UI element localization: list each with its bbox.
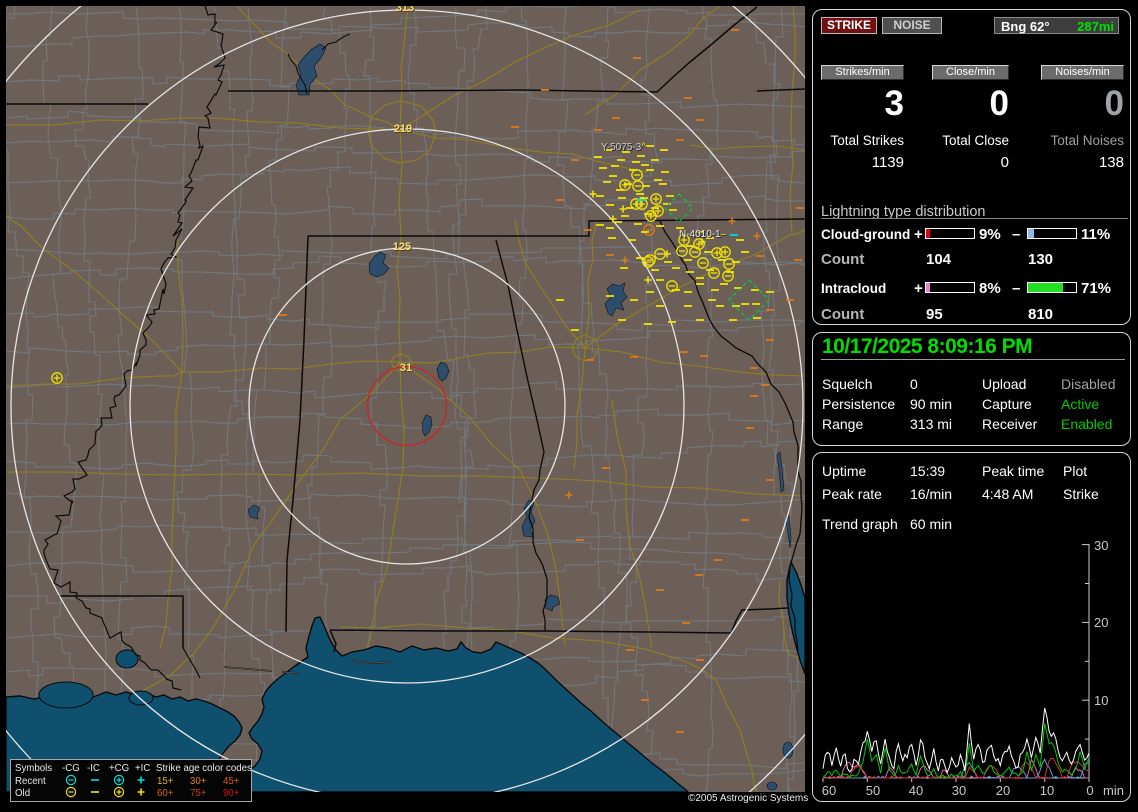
svg-text:-IC: -IC — [87, 763, 100, 774]
svg-text:+IC: +IC — [135, 763, 150, 774]
svg-text:-CG: -CG — [62, 763, 80, 774]
svg-text:30+: 30+ — [190, 776, 207, 787]
svg-text:40: 40 — [909, 783, 923, 798]
svg-text:15+: 15+ — [157, 776, 174, 787]
svg-text:45+: 45+ — [223, 776, 240, 787]
svg-text:min: min — [1103, 783, 1124, 798]
svg-text:60+: 60+ — [157, 788, 174, 799]
svg-text:125: 125 — [393, 241, 411, 253]
svg-text:0: 0 — [1086, 783, 1093, 798]
svg-text:10: 10 — [1094, 693, 1108, 708]
svg-text:20: 20 — [1094, 615, 1108, 630]
svg-text:90+: 90+ — [223, 788, 240, 799]
svg-text:10: 10 — [1040, 783, 1054, 798]
svg-text:313: 313 — [396, 6, 414, 14]
svg-text:Old: Old — [15, 788, 30, 799]
svg-text:20: 20 — [996, 783, 1010, 798]
svg-text:+CG: +CG — [109, 763, 129, 774]
svg-text:50: 50 — [866, 783, 880, 798]
svg-text:Symbols: Symbols — [15, 763, 52, 774]
svg-text:75+: 75+ — [190, 788, 207, 799]
svg-text:31: 31 — [400, 362, 412, 374]
svg-text:219: 219 — [394, 123, 412, 135]
svg-text:N-4010-1–: N-4010-1– — [679, 229, 727, 240]
svg-text:30: 30 — [1094, 538, 1108, 553]
svg-text:Strike age color codes: Strike age color codes — [156, 763, 251, 774]
svg-text:Recent: Recent — [15, 776, 46, 787]
svg-text:60: 60 — [822, 783, 836, 798]
svg-text:30: 30 — [952, 783, 966, 798]
svg-text:Y-5075-3^: Y-5075-3^ — [601, 142, 646, 153]
